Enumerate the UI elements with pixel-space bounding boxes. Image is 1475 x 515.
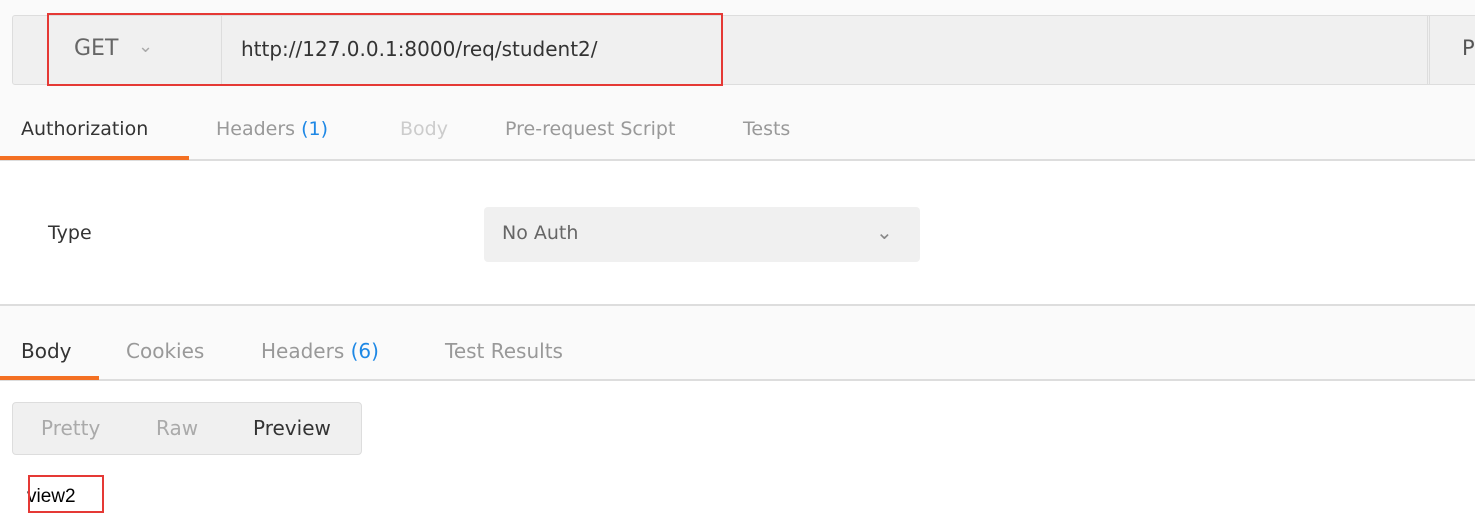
- tab-label: Headers: [261, 339, 345, 363]
- highlight-box: [47, 13, 723, 86]
- view-preview-button[interactable]: Preview: [253, 416, 331, 440]
- auth-type-value[interactable]: No Auth: [502, 222, 578, 244]
- response-tab-body[interactable]: Body: [21, 339, 72, 363]
- view-pretty-button[interactable]: Pretty: [41, 416, 100, 440]
- response-tab-test-results[interactable]: Test Results: [445, 339, 563, 363]
- active-tab-indicator: [0, 376, 99, 380]
- highlight-box: [28, 475, 104, 513]
- view-raw-button[interactable]: Raw: [156, 416, 198, 440]
- tab-pre-request-script[interactable]: Pre-request Script: [505, 118, 675, 140]
- params-button[interactable]: P: [1462, 36, 1475, 60]
- headers-count: (1): [301, 118, 329, 140]
- active-tab-indicator: [0, 156, 189, 160]
- tab-tests[interactable]: Tests: [743, 118, 790, 140]
- type-label: Type: [48, 222, 92, 244]
- headers-count: (6): [350, 339, 379, 363]
- tab-headers[interactable]: Headers (1): [216, 118, 328, 140]
- tab-body[interactable]: Body: [400, 118, 448, 140]
- divider: [1427, 16, 1430, 84]
- response-tab-cookies[interactable]: Cookies: [126, 339, 204, 363]
- tab-authorization[interactable]: Authorization: [21, 118, 148, 140]
- chevron-down-icon[interactable]: ⌄: [876, 220, 893, 244]
- response-tab-headers[interactable]: Headers (6): [261, 339, 379, 363]
- tab-label: Headers: [216, 118, 296, 140]
